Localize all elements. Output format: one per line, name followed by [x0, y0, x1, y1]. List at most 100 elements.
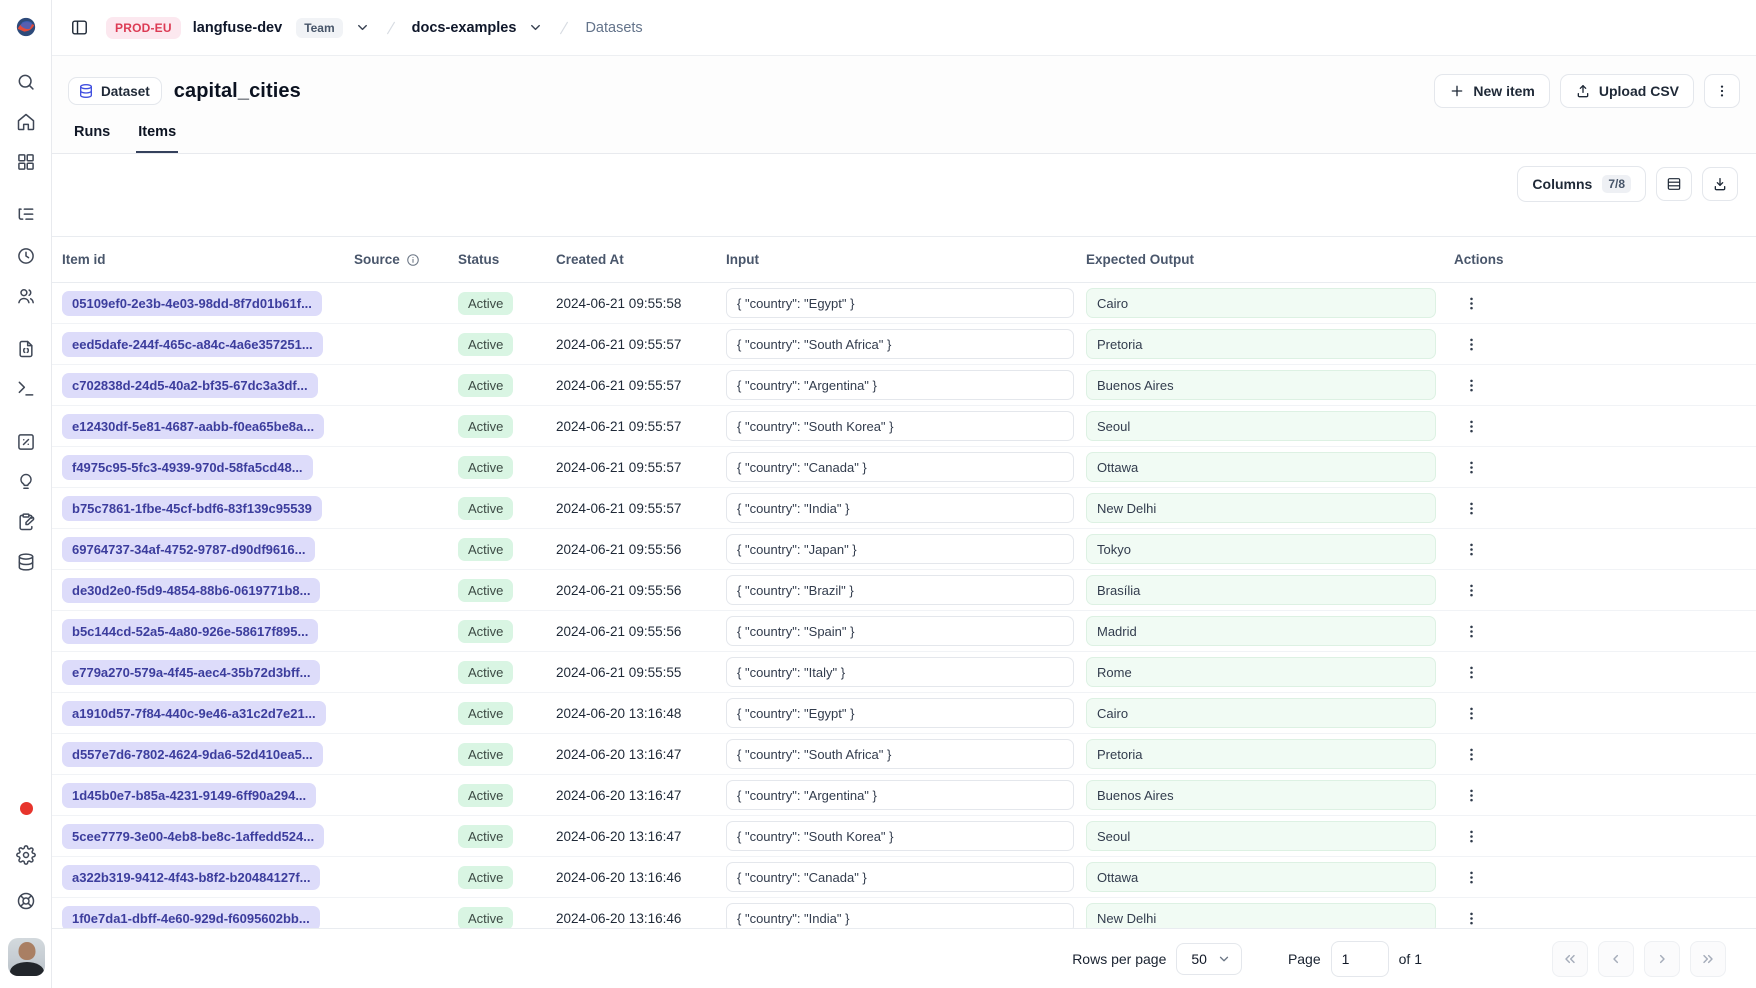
row-actions-button[interactable]: [1456, 329, 1486, 359]
item-id-badge[interactable]: b75c7861-1fbe-45cf-bdf6-83f139c95539: [62, 496, 322, 521]
new-item-button[interactable]: New item: [1434, 74, 1549, 108]
project-chevron-down-icon[interactable]: [528, 20, 543, 35]
table-row[interactable]: a1910d57-7f84-440c-9e46-a31c2d7e21... Ac…: [52, 693, 1756, 734]
item-id-badge[interactable]: b5c144cd-52a5-4a80-926e-58617f895...: [62, 619, 318, 644]
row-actions-button[interactable]: [1456, 370, 1486, 400]
breadcrumb-project[interactable]: docs-examples: [412, 20, 517, 36]
item-id-badge[interactable]: 05109ef0-2e3b-4e03-98dd-8f7d01b61f...: [62, 291, 322, 316]
column-header-source[interactable]: Source: [354, 252, 458, 267]
dashboard-grid-icon[interactable]: [12, 148, 40, 176]
item-id-badge[interactable]: a322b319-9412-4f43-b8f2-b20484127f...: [62, 865, 320, 890]
row-actions-button[interactable]: [1456, 657, 1486, 687]
input-cell[interactable]: { "country": "Spain" }: [726, 616, 1074, 646]
last-page-button[interactable]: [1690, 941, 1726, 977]
item-id-badge[interactable]: e12430df-5e81-4687-aabb-f0ea65be8a...: [62, 414, 324, 439]
table-row[interactable]: de30d2e0-f5d9-4854-88b6-0619771b8... Act…: [52, 570, 1756, 611]
item-id-badge[interactable]: eed5dafe-244f-465c-a84c-4a6e357251...: [62, 332, 323, 357]
expected-output-cell[interactable]: Brasília: [1086, 575, 1436, 605]
expected-output-cell[interactable]: Pretoria: [1086, 739, 1436, 769]
search-icon[interactable]: [12, 68, 40, 96]
expected-output-cell[interactable]: Cairo: [1086, 698, 1436, 728]
expected-output-cell[interactable]: Cairo: [1086, 288, 1436, 318]
input-cell[interactable]: { "country": "Egypt" }: [726, 288, 1074, 318]
row-actions-button[interactable]: [1456, 698, 1486, 728]
users-icon[interactable]: [12, 282, 40, 310]
table-row[interactable]: 1d45b0e7-b85a-4231-9149-6ff90a294... Act…: [52, 775, 1756, 816]
input-cell[interactable]: { "country": "Canada" }: [726, 452, 1074, 482]
input-cell[interactable]: { "country": "Japan" }: [726, 534, 1074, 564]
expected-output-cell[interactable]: Buenos Aires: [1086, 370, 1436, 400]
tab-runs[interactable]: Runs: [72, 124, 112, 153]
table-row[interactable]: e779a270-579a-4f45-aec4-35b72d3bff... Ac…: [52, 652, 1756, 693]
item-id-badge[interactable]: 1f0e7da1-dbff-4e60-929d-f6095602bb...: [62, 906, 320, 928]
item-id-badge[interactable]: a1910d57-7f84-440c-9e46-a31c2d7e21...: [62, 701, 326, 726]
input-cell[interactable]: { "country": "Italy" }: [726, 657, 1074, 687]
row-actions-button[interactable]: [1456, 493, 1486, 523]
datasets-database-icon[interactable]: [12, 548, 40, 576]
table-row[interactable]: e12430df-5e81-4687-aabb-f0ea65be8a... Ac…: [52, 406, 1756, 447]
item-id-badge[interactable]: 5cee7779-3e00-4eb8-be8c-1affedd524...: [62, 824, 324, 849]
row-actions-button[interactable]: [1456, 411, 1486, 441]
input-cell[interactable]: { "country": "South Africa" }: [726, 739, 1074, 769]
breadcrumb-section[interactable]: Datasets: [585, 20, 642, 36]
columns-button[interactable]: Columns 7/8: [1517, 166, 1646, 202]
item-id-badge[interactable]: 69764737-34af-4752-9787-d90df9616...: [62, 537, 315, 562]
table-row[interactable]: b75c7861-1fbe-45cf-bdf6-83f139c95539 Act…: [52, 488, 1756, 529]
org-chevron-down-icon[interactable]: [355, 20, 370, 35]
item-id-badge[interactable]: e779a270-579a-4f45-aec4-35b72d3bff...: [62, 660, 320, 685]
input-cell[interactable]: { "country": "South Africa" }: [726, 329, 1074, 359]
input-cell[interactable]: { "country": "South Korea" }: [726, 821, 1074, 851]
row-actions-button[interactable]: [1456, 780, 1486, 810]
expected-output-cell[interactable]: Rome: [1086, 657, 1436, 687]
column-header-created-at[interactable]: Created At: [556, 252, 726, 267]
sidebar-toggle-icon[interactable]: [64, 13, 94, 43]
table-row[interactable]: c702838d-24d5-40a2-bf35-67dc3a3df... Act…: [52, 365, 1756, 406]
export-button[interactable]: [1702, 167, 1738, 201]
rows-per-page-select[interactable]: 50: [1176, 943, 1242, 975]
expected-output-cell[interactable]: Pretoria: [1086, 329, 1436, 359]
row-actions-button[interactable]: [1456, 821, 1486, 851]
support-lifebuoy-icon[interactable]: [12, 887, 40, 915]
item-id-badge[interactable]: f4975c95-5fc3-4939-970d-58fa5cd48...: [62, 455, 313, 480]
user-avatar[interactable]: [8, 938, 45, 976]
table-row[interactable]: 5cee7779-3e00-4eb8-be8c-1affedd524... Ac…: [52, 816, 1756, 857]
item-id-badge[interactable]: c702838d-24d5-40a2-bf35-67dc3a3df...: [62, 373, 318, 398]
tracing-tree-icon[interactable]: [12, 201, 40, 229]
table-row[interactable]: 69764737-34af-4752-9787-d90df9616... Act…: [52, 529, 1756, 570]
judge-lightbulb-icon[interactable]: [12, 468, 40, 496]
expected-output-cell[interactable]: Ottawa: [1086, 862, 1436, 892]
input-cell[interactable]: { "country": "Brazil" }: [726, 575, 1074, 605]
upload-csv-button[interactable]: Upload CSV: [1560, 74, 1694, 108]
table-row[interactable]: 1f0e7da1-dbff-4e60-929d-f6095602bb... Ac…: [52, 898, 1756, 928]
table-row[interactable]: 05109ef0-2e3b-4e03-98dd-8f7d01b61f... Ac…: [52, 283, 1756, 324]
item-id-badge[interactable]: d557e7d6-7802-4624-9da6-52d410ea5...: [62, 742, 323, 767]
breadcrumb-org[interactable]: langfuse-dev: [193, 20, 282, 36]
home-icon[interactable]: [12, 108, 40, 136]
row-height-button[interactable]: [1656, 167, 1692, 201]
table-row[interactable]: a322b319-9412-4f43-b8f2-b20484127f... Ac…: [52, 857, 1756, 898]
column-header-status[interactable]: Status: [458, 252, 556, 267]
row-actions-button[interactable]: [1456, 452, 1486, 482]
first-page-button[interactable]: [1552, 941, 1588, 977]
input-cell[interactable]: { "country": "Argentina" }: [726, 780, 1074, 810]
record-dot[interactable]: [12, 794, 40, 822]
column-header-input[interactable]: Input: [726, 252, 1086, 267]
column-header-expected-output[interactable]: Expected Output: [1086, 252, 1448, 267]
table-row[interactable]: d557e7d6-7802-4624-9da6-52d410ea5... Act…: [52, 734, 1756, 775]
row-actions-button[interactable]: [1456, 534, 1486, 564]
annotation-clipboard-icon[interactable]: [12, 508, 40, 536]
expected-output-cell[interactable]: Tokyo: [1086, 534, 1436, 564]
input-cell[interactable]: { "country": "Canada" }: [726, 862, 1074, 892]
previous-page-button[interactable]: [1598, 941, 1634, 977]
input-cell[interactable]: { "country": "South Korea" }: [726, 411, 1074, 441]
expected-output-cell[interactable]: Madrid: [1086, 616, 1436, 646]
expected-output-cell[interactable]: New Delhi: [1086, 903, 1436, 928]
row-actions-button[interactable]: [1456, 616, 1486, 646]
expected-output-cell[interactable]: Buenos Aires: [1086, 780, 1436, 810]
expected-output-cell[interactable]: New Delhi: [1086, 493, 1436, 523]
input-cell[interactable]: { "country": "Egypt" }: [726, 698, 1074, 728]
table-row[interactable]: b5c144cd-52a5-4a80-926e-58617f895... Act…: [52, 611, 1756, 652]
row-actions-button[interactable]: [1456, 288, 1486, 318]
page-number-input[interactable]: [1331, 941, 1389, 977]
expected-output-cell[interactable]: Seoul: [1086, 411, 1436, 441]
